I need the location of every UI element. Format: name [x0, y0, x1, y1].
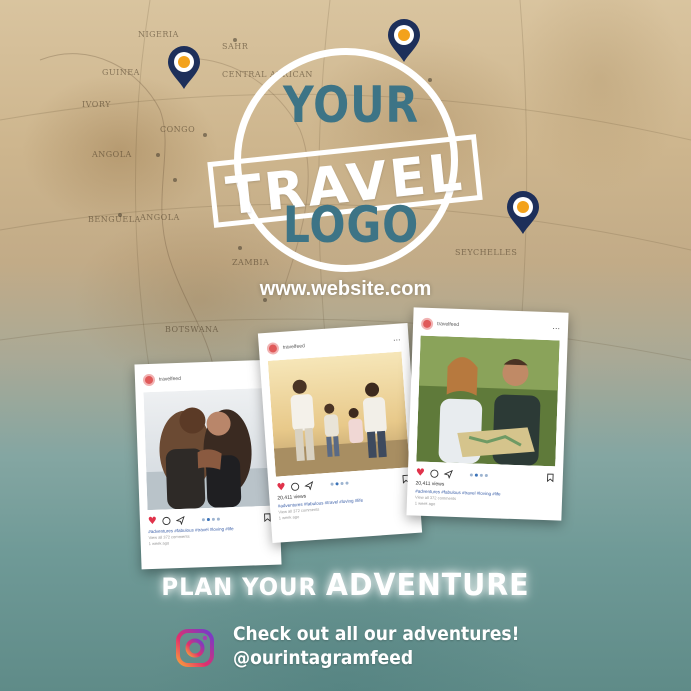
share-icon[interactable] [304, 480, 314, 491]
headline-part1: PLAN YOUR [161, 573, 326, 601]
avatar [142, 373, 156, 387]
post-photo-family [267, 351, 410, 477]
travel-logo: YOUR TRAVEL LOGO [206, 48, 496, 278]
instagram-post-card[interactable]: travelfeed ··· ♥ 20,411 views #adventure… [257, 323, 423, 543]
website-url[interactable]: www.website.com [0, 278, 691, 301]
comment-icon[interactable] [290, 481, 300, 491]
bookmark-icon[interactable] [546, 473, 555, 482]
more-options-icon[interactable]: ··· [552, 324, 560, 333]
instagram-post-card[interactable]: travelfeed ··· ♥ 20,411 views #adventure… [406, 307, 569, 521]
post-username: travelfeed [436, 321, 460, 328]
comment-icon[interactable] [430, 469, 439, 478]
map-label-nigeria: NIGERIA [138, 30, 179, 39]
map-label-ivory: IVORY [82, 100, 111, 109]
avatar [420, 317, 434, 331]
post-header: travelfeed ··· [420, 316, 560, 337]
map-label-angola: ANGOLA [140, 213, 180, 222]
heart-icon[interactable]: ♥ [276, 481, 286, 493]
share-icon[interactable] [443, 469, 453, 479]
headline: PLAN YOUR ADVENTURE [17, 568, 673, 603]
carousel-dots [201, 517, 220, 521]
headline-part2: ADVENTURE [325, 568, 530, 603]
carousel-dots [469, 472, 488, 477]
instagram-post-card[interactable]: travelfeed ♥ #adventures #fabulous #trav… [134, 359, 282, 570]
post-photo-couple [143, 387, 272, 511]
share-icon[interactable] [175, 515, 185, 525]
carousel-dots [330, 481, 349, 486]
post-username: travelfeed [158, 375, 182, 383]
heart-icon[interactable]: ♥ [416, 467, 425, 478]
post-header: travelfeed [142, 368, 267, 388]
instagram-handle[interactable]: @ourintagramfeed [233, 646, 519, 670]
map-label-benguela: BENGUELA [88, 215, 141, 224]
map-pin-icon [507, 191, 539, 234]
heart-icon[interactable]: ♥ [148, 515, 157, 526]
comment-icon[interactable] [162, 516, 171, 525]
map-label-guinea: GUINEA [102, 68, 140, 77]
cta-line-1: Check out all our adventures! [233, 623, 520, 645]
post-photo-couple-map [416, 335, 560, 467]
map-label-congo: CONGO [160, 125, 196, 134]
post-username: travelfeed [282, 343, 306, 351]
avatar [266, 342, 280, 355]
map-label-angola-top: ANGOLA [92, 150, 132, 159]
instagram-cta: Check out all our adventures! @ourintagr… [233, 622, 519, 670]
instagram-icon[interactable] [175, 628, 215, 668]
map-pin-icon [168, 46, 200, 89]
logo-word-your: YOUR [282, 76, 420, 134]
more-options-icon[interactable]: ··· [393, 335, 401, 345]
map-label-botswana: BOTSWANA [165, 325, 219, 334]
logo-word-logo: LOGO [282, 196, 420, 254]
